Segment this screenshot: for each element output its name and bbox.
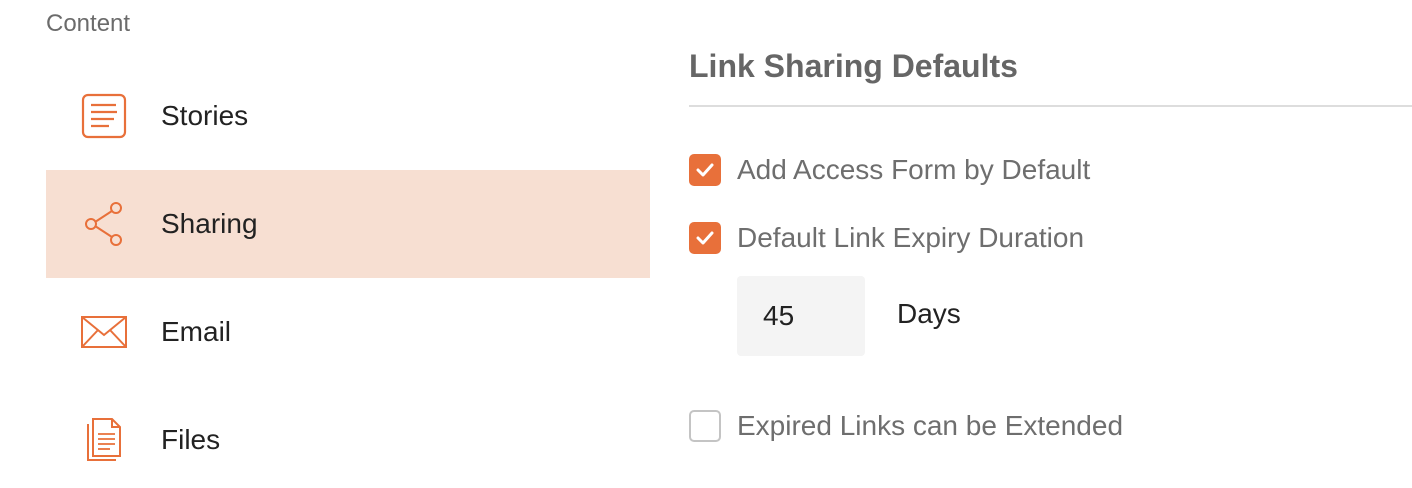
settings-page: Content Stories Sharing Email Files Link… xyxy=(0,0,1412,488)
default-link-expiry-checkbox[interactable] xyxy=(689,222,721,254)
option-default-link-expiry: Default Link Expiry Duration xyxy=(689,221,1084,255)
divider xyxy=(689,105,1412,107)
expiry-duration-input[interactable] xyxy=(737,276,865,356)
sidebar-item-sharing[interactable]: Sharing xyxy=(46,170,650,278)
checkmark-icon xyxy=(696,231,714,245)
option-label: Expired Links can be Extended xyxy=(737,410,1124,441)
option-expired-links-extended: Expired Links can be Extended xyxy=(689,409,1123,443)
checkmark-icon xyxy=(696,163,714,177)
document-icon xyxy=(80,92,128,140)
sidebar-item-label: Files xyxy=(161,424,221,455)
sidebar-item-email[interactable]: Email xyxy=(46,278,650,386)
duration-unit-label: Days xyxy=(897,298,961,329)
section-label: Content xyxy=(46,10,131,37)
sidebar-item-label: Email xyxy=(161,316,232,347)
sidebar-item-label: Sharing xyxy=(161,208,258,239)
add-access-form-checkbox[interactable] xyxy=(689,154,721,186)
share-icon xyxy=(80,200,128,248)
envelope-icon xyxy=(80,308,128,356)
expired-links-extended-checkbox[interactable] xyxy=(689,410,721,442)
sidebar-item-label: Stories xyxy=(161,100,249,131)
option-label: Add Access Form by Default xyxy=(737,154,1091,185)
option-label: Default Link Expiry Duration xyxy=(737,222,1085,253)
panel-title: Link Sharing Defaults xyxy=(689,48,1018,84)
option-add-access-form: Add Access Form by Default xyxy=(689,153,1090,187)
sidebar-item-files[interactable]: Files xyxy=(46,386,650,488)
sidebar-item-stories[interactable]: Stories xyxy=(46,62,650,170)
files-icon xyxy=(80,416,128,464)
